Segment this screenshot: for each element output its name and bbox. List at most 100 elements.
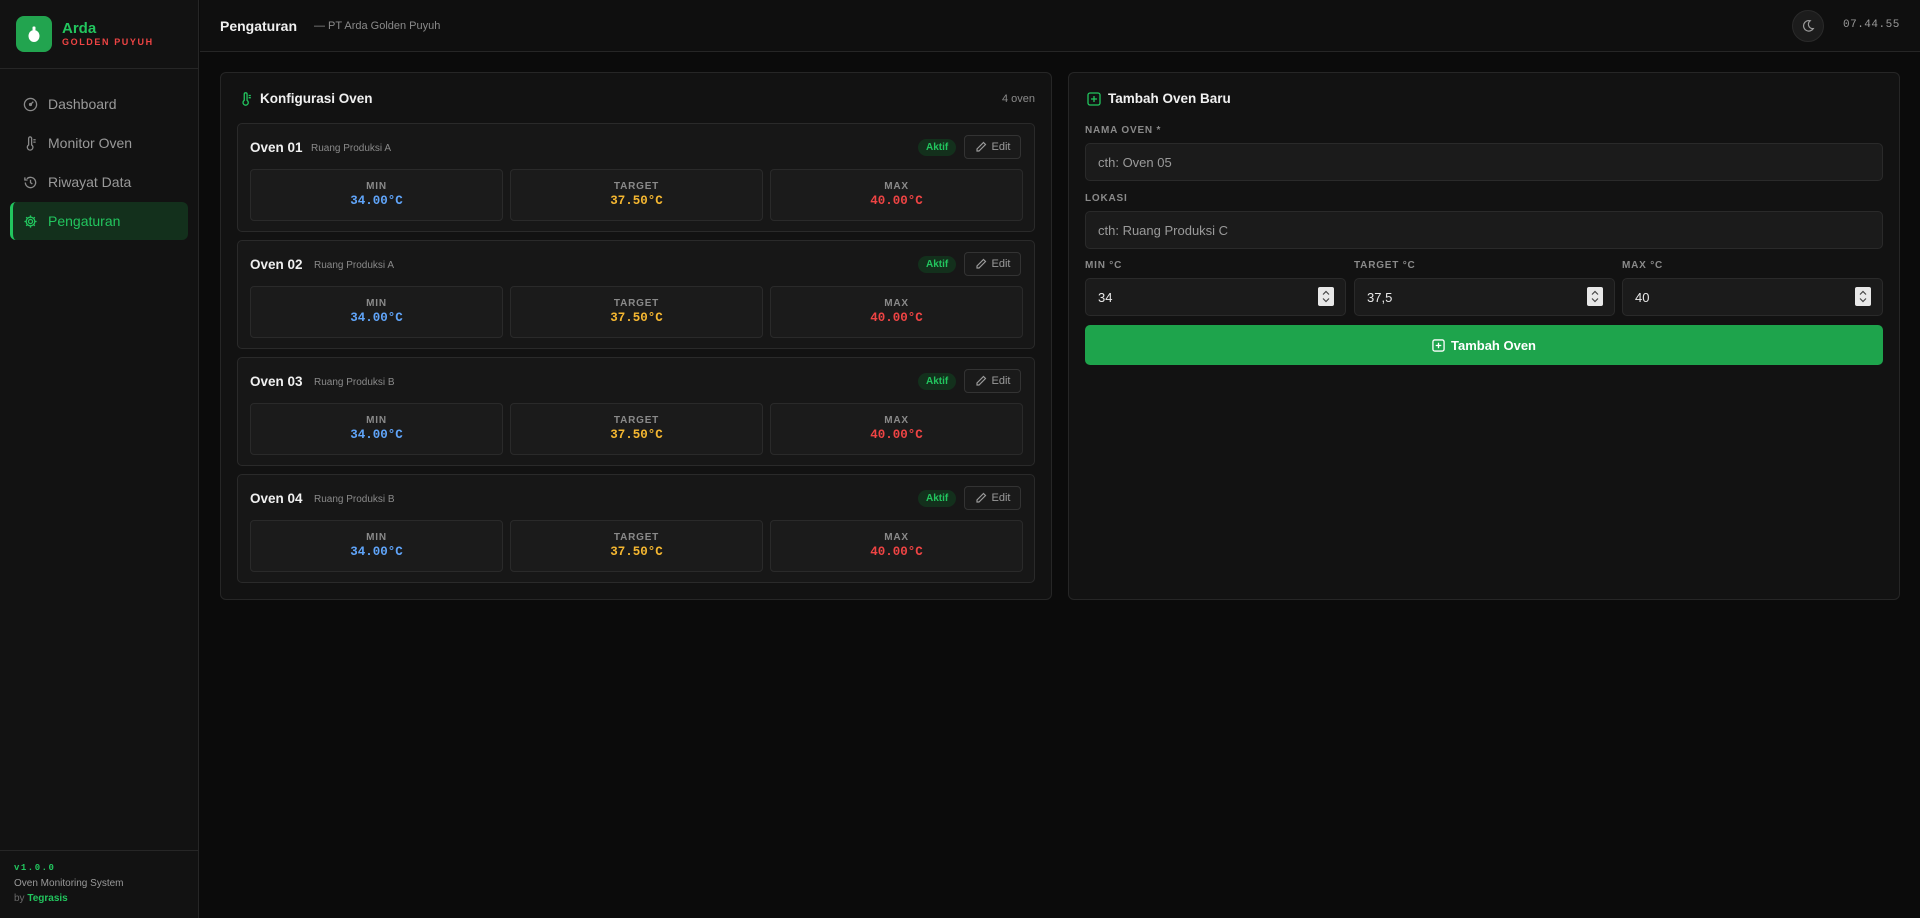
stat-value: 37.50°C (610, 194, 663, 208)
max-stepper (1622, 278, 1883, 316)
stat-max: MAX 40.00°C (770, 286, 1023, 338)
pencil-icon (975, 141, 987, 153)
sidebar-item-monitor-oven[interactable]: Monitor Oven (10, 124, 188, 162)
oven-config-panel: Konfigurasi Oven 4 oven Oven 01 Ruang Pr… (220, 72, 1052, 600)
history-icon (22, 174, 38, 190)
max-label: MAX °C (1622, 260, 1664, 271)
status-badge: Aktif (918, 490, 957, 507)
add-oven-label: Tambah Oven (1450, 337, 1536, 353)
stat-min: MIN 34.00°C (250, 403, 503, 455)
stat-value: 34.00°C (350, 194, 403, 208)
stat-min: MIN 34.00°C (250, 169, 503, 221)
sidebar-item-label: Monitor Oven (48, 135, 133, 151)
stat-min: MIN 34.00°C (250, 286, 503, 338)
status-badge: Aktif (918, 139, 957, 156)
stat-max: MAX 40.00°C (770, 403, 1023, 455)
edit-label: Edit (991, 258, 1011, 270)
status-badge: Aktif (918, 256, 957, 273)
edit-label: Edit (991, 492, 1011, 504)
stat-label: MAX (884, 415, 909, 426)
stat-value: 37.50°C (610, 545, 663, 559)
status-badge: Aktif (918, 373, 957, 390)
name-label: NAMA OVEN * (1085, 125, 1162, 136)
max-input[interactable] (1622, 278, 1883, 316)
stat-label: TARGET (613, 298, 660, 309)
spinner-arrows-icon (1859, 290, 1867, 303)
stat-value: 40.00°C (870, 311, 923, 325)
author-link[interactable]: Tegrasis (27, 893, 67, 904)
system-name: Oven Monitoring System (14, 878, 124, 889)
edit-button[interactable]: Edit (964, 486, 1021, 510)
min-stepper (1085, 278, 1346, 316)
edit-button[interactable]: Edit (964, 252, 1021, 276)
version-label: v1.0.0 (14, 863, 56, 873)
edit-label: Edit (991, 141, 1011, 153)
stat-label: MAX (884, 298, 909, 309)
topbar: Pengaturan — PT Arda Golden Puyuh 07.44.… (200, 0, 1920, 52)
sidebar-footer: v1.0.0 Oven Monitoring System by Tegrasi… (0, 850, 199, 918)
target-label: TARGET °C (1354, 260, 1416, 271)
min-input[interactable] (1085, 278, 1346, 316)
stat-label: TARGET (613, 532, 660, 543)
thermometer-icon (22, 135, 38, 151)
target-stepper (1354, 278, 1615, 316)
theme-toggle-button[interactable] (1792, 10, 1824, 42)
brand-logo (16, 16, 52, 52)
stat-min: MIN 34.00°C (250, 520, 503, 572)
sidebar-item-label: Riwayat Data (48, 174, 132, 190)
thermometer-icon (239, 91, 253, 106)
stat-label: TARGET (613, 181, 660, 192)
oven-card: Oven 04 Ruang Produksi B Aktif Edit MIN … (237, 474, 1035, 583)
plus-square-icon (1087, 91, 1101, 106)
byline: by Tegrasis (14, 893, 199, 904)
edit-label: Edit (991, 375, 1011, 387)
panel-title: Tambah Oven Baru (1108, 91, 1231, 106)
target-input[interactable] (1354, 278, 1615, 316)
min-label: MIN °C (1085, 260, 1123, 271)
stat-value: 40.00°C (870, 545, 923, 559)
location-label: LOKASI (1085, 193, 1128, 204)
stat-label: MIN (366, 181, 387, 192)
stat-label: TARGET (613, 415, 660, 426)
add-oven-button[interactable]: Tambah Oven (1085, 325, 1883, 365)
stat-max: MAX 40.00°C (770, 520, 1023, 572)
sidebar-item-label: Pengaturan (48, 213, 121, 229)
oven-location: Ruang Produksi B (314, 494, 395, 505)
stat-label: MIN (366, 298, 387, 309)
stat-value: 40.00°C (870, 194, 923, 208)
brand-name: Arda (62, 20, 97, 37)
brand: Arda GOLDEN PUYUH (0, 0, 198, 69)
sidebar-item-dashboard[interactable]: Dashboard (10, 85, 188, 123)
oven-name: Oven 03 (250, 374, 303, 389)
sidebar-item-riwayat-data[interactable]: Riwayat Data (10, 163, 188, 201)
max-spinner[interactable] (1855, 287, 1871, 306)
plus-square-icon (1432, 338, 1445, 352)
stat-value: 40.00°C (870, 428, 923, 442)
stat-value: 37.50°C (610, 311, 663, 325)
page-subtitle: — PT Arda Golden Puyuh (314, 20, 441, 32)
pencil-icon (975, 375, 987, 387)
spinner-arrows-icon (1591, 290, 1599, 303)
location-input[interactable] (1085, 211, 1883, 249)
sidebar-item-pengaturan[interactable]: Pengaturan (10, 202, 188, 240)
target-spinner[interactable] (1587, 287, 1603, 306)
oven-card: Oven 01 Ruang Produksi A Aktif Edit MIN … (237, 123, 1035, 232)
stat-max: MAX 40.00°C (770, 169, 1023, 221)
moon-icon (1803, 19, 1815, 32)
stat-target: TARGET 37.50°C (510, 403, 763, 455)
sidebar-nav: Dashboard Monitor Oven Riwayat Data Peng… (0, 69, 198, 240)
oven-location: Ruang Produksi B (314, 377, 395, 388)
oven-name-input[interactable] (1085, 143, 1883, 181)
gear-icon (22, 213, 38, 229)
pencil-icon (975, 258, 987, 270)
oven-name: Oven 04 (250, 491, 303, 506)
add-oven-panel: Tambah Oven Baru NAMA OVEN * LOKASI MIN … (1068, 72, 1900, 600)
panel-title: Konfigurasi Oven (260, 91, 373, 106)
edit-button[interactable]: Edit (964, 135, 1021, 159)
oven-count: 4 oven (1001, 93, 1035, 105)
brand-subtitle: GOLDEN PUYUH (62, 37, 154, 47)
edit-button[interactable]: Edit (964, 369, 1021, 393)
oven-name: Oven 01 (250, 140, 303, 155)
min-spinner[interactable] (1318, 287, 1334, 306)
sidebar: Arda GOLDEN PUYUH Dashboard Monitor Oven… (0, 0, 199, 918)
